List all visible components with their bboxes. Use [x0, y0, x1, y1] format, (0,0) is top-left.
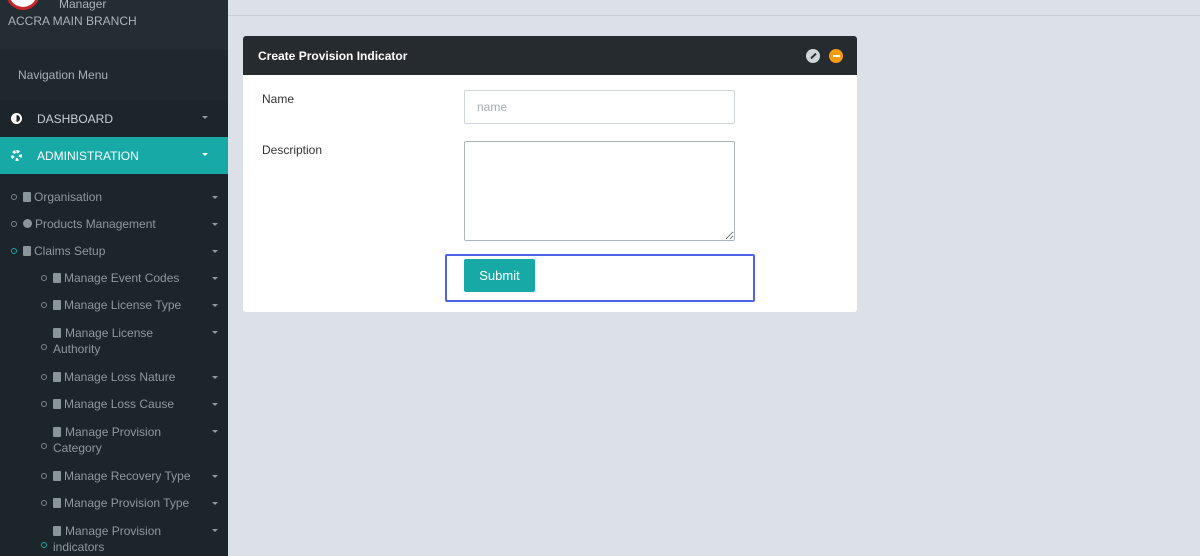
- nav-manage-event-codes-label: Manage Event Codes: [64, 270, 180, 285]
- nav-manage-provision-type[interactable]: Manage Provision Type: [0, 489, 228, 516]
- nav-manage-provision-category[interactable]: Manage Provision Category: [0, 417, 228, 462]
- panel-header: Create Provision Indicator: [243, 36, 857, 75]
- caret-down-icon: [212, 474, 218, 478]
- nav-manage-recovery-type-label: Manage Recovery Type: [64, 468, 191, 483]
- submit-button[interactable]: Submit: [464, 259, 535, 292]
- user-profile: Manager ACCRA MAIN BRANCH: [0, 0, 228, 50]
- document-icon: [53, 272, 61, 283]
- name-label: Name: [262, 92, 295, 106]
- nav-manage-provision-type-label: Manage Provision Type: [64, 495, 190, 510]
- caret-down-icon: [212, 501, 218, 505]
- description-label: Description: [262, 143, 323, 157]
- nav-manage-license-type-label: Manage License Type: [64, 297, 182, 312]
- caret-down-icon: [212, 430, 218, 433]
- nav-claims-setup-label: Claims Setup: [34, 243, 106, 258]
- nav-manage-provision-indicators-label-2: indicators: [53, 539, 105, 554]
- nav-administration[interactable]: ADMINISTRATION: [0, 137, 228, 174]
- nav-manage-license-authority-label-2: Authority: [53, 341, 101, 356]
- caret-down-icon: [212, 529, 218, 532]
- nav-products-management-label: Products Management: [35, 216, 156, 231]
- nav-products-management[interactable]: Products Management: [0, 210, 228, 237]
- bullet-icon: [11, 220, 17, 227]
- bullet-icon: [41, 301, 47, 308]
- document-icon: [53, 371, 61, 382]
- caret-down-icon: [212, 331, 218, 334]
- caret-down-icon: [212, 249, 218, 253]
- nav-manage-license-authority-label-1: Manage License: [65, 325, 154, 340]
- caret-down-icon: [202, 116, 208, 119]
- nav-administration-label: ADMINISTRATION: [37, 148, 139, 163]
- nav-manage-license-type[interactable]: Manage License Type: [0, 291, 228, 318]
- caret-down-icon: [202, 153, 208, 156]
- nav-manage-loss-cause-label: Manage Loss Cause: [64, 396, 175, 411]
- expand-icon[interactable]: [806, 49, 820, 63]
- caret-down-icon: [212, 276, 218, 280]
- bullet-icon: [41, 343, 47, 350]
- panel-title: Create Provision Indicator: [258, 48, 408, 63]
- bullet-icon: [41, 499, 47, 506]
- bullet-icon: [41, 274, 47, 281]
- bullet-icon: [11, 247, 17, 254]
- document-icon: [53, 497, 61, 508]
- nav-manage-license-authority[interactable]: Manage License Authority: [0, 318, 228, 363]
- nav-manage-provision-category-label-1: Manage Provision: [65, 424, 162, 439]
- bullet-icon: [41, 400, 47, 407]
- building-icon: [23, 191, 31, 202]
- document-icon: [53, 299, 61, 310]
- bullet-icon: [41, 541, 47, 548]
- document-icon: [53, 470, 61, 481]
- document-icon: [53, 526, 61, 537]
- nav-manage-provision-indicators[interactable]: Manage Provision indicators: [0, 516, 228, 556]
- nav-manage-loss-cause[interactable]: Manage Loss Cause: [0, 390, 228, 417]
- bullet-icon: [41, 373, 47, 380]
- bullet-icon: [41, 442, 47, 449]
- document-icon: [53, 328, 61, 339]
- create-provision-indicator-panel: Create Provision Indicator Name Descript…: [243, 36, 857, 312]
- description-textarea[interactable]: [464, 141, 735, 241]
- document-icon: [53, 398, 61, 409]
- caret-down-icon: [212, 375, 218, 379]
- gear-icon: [10, 150, 22, 162]
- nav-manage-provision-indicators-label-1: Manage Provision: [65, 523, 162, 538]
- bullet-icon: [11, 193, 17, 200]
- caret-down-icon: [212, 222, 218, 226]
- bullet-icon: [41, 472, 47, 479]
- document-icon: [53, 427, 61, 438]
- nav-dashboard-label: DASHBOARD: [37, 111, 114, 126]
- company-logo: [6, 0, 40, 10]
- name-input[interactable]: [464, 90, 735, 124]
- half-circle-icon: [10, 113, 22, 125]
- nav-manage-event-codes[interactable]: Manage Event Codes: [0, 264, 228, 291]
- nav-dashboard[interactable]: DASHBOARD: [0, 100, 228, 137]
- nav-organisation[interactable]: Organisation: [0, 183, 228, 210]
- folder-icon: [23, 245, 31, 256]
- sidebar: Manager ACCRA MAIN BRANCH Navigation Men…: [0, 0, 228, 556]
- product-icon: [23, 219, 32, 228]
- top-bar: [228, 0, 1200, 16]
- nav-manage-loss-nature-label: Manage Loss Nature: [64, 369, 176, 384]
- nav-organisation-label: Organisation: [34, 189, 103, 204]
- caret-down-icon: [212, 195, 218, 199]
- nav-manage-loss-nature[interactable]: Manage Loss Nature: [0, 363, 228, 390]
- user-role: Manager: [59, 0, 107, 11]
- caret-down-icon: [212, 402, 218, 406]
- navigation-menu-header: Navigation Menu: [0, 50, 228, 100]
- nav-manage-recovery-type[interactable]: Manage Recovery Type: [0, 462, 228, 489]
- caret-down-icon: [212, 303, 218, 307]
- nav-manage-provision-category-label-2: Category: [53, 440, 102, 455]
- collapse-icon[interactable]: [829, 49, 843, 63]
- nav-claims-setup[interactable]: Claims Setup: [0, 237, 228, 264]
- panel-tools: [806, 49, 843, 63]
- branch-name: ACCRA MAIN BRANCH: [8, 14, 137, 28]
